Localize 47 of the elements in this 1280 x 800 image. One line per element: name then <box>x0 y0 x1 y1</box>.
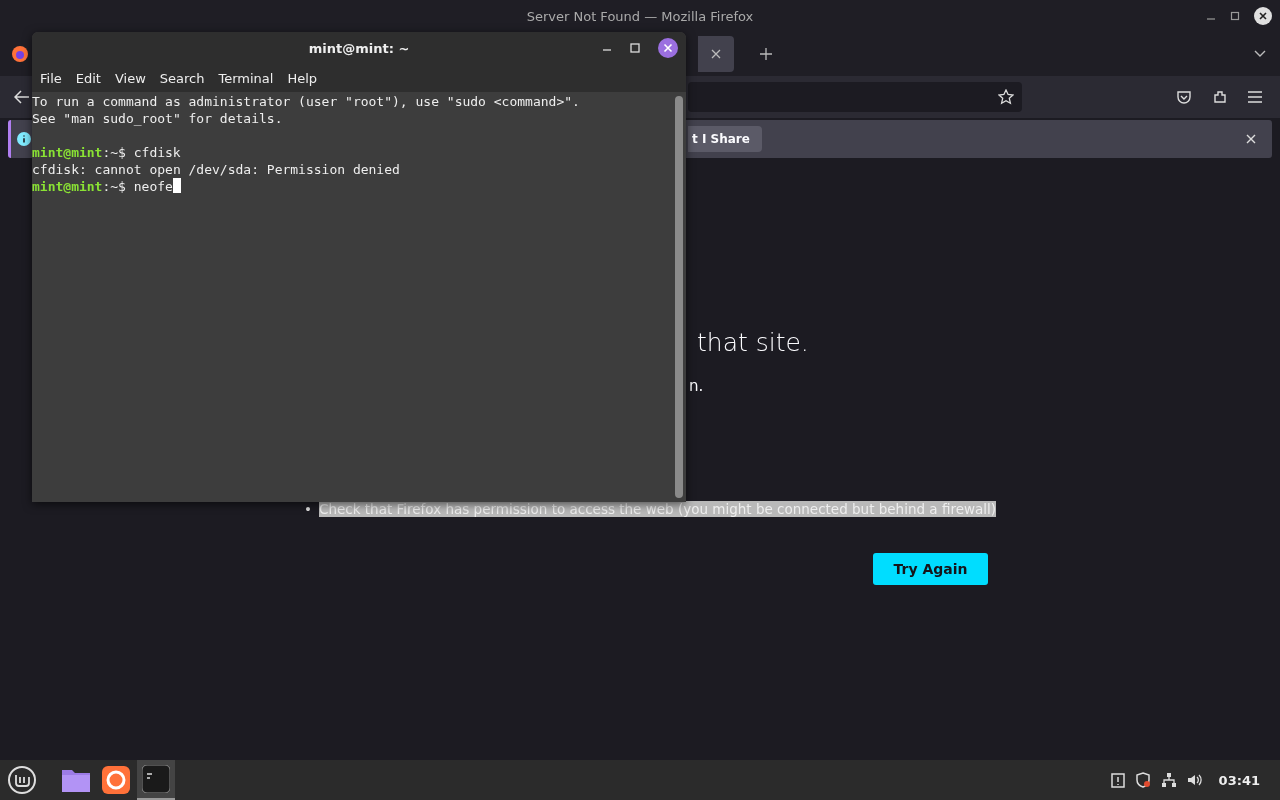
menu-item[interactable]: Edit <box>69 70 107 86</box>
close-icon[interactable] <box>658 38 678 58</box>
volume-icon[interactable] <box>1186 772 1203 788</box>
star-icon[interactable] <box>998 89 1014 105</box>
prompt-path: :~$ <box>102 145 126 160</box>
prompt-path: :~$ <box>102 179 126 194</box>
back-icon[interactable] <box>14 90 30 104</box>
taskbar-app[interactable] <box>137 760 175 800</box>
terminal-output: See "man sudo_root" for details. <box>32 110 284 127</box>
clipboard-icon[interactable] <box>1110 772 1125 788</box>
window-title: Server Not Found — Mozilla Firefox <box>526 8 754 24</box>
menu-icon[interactable] <box>1248 91 1262 103</box>
close-icon[interactable] <box>1246 134 1256 144</box>
menu-logo-icon[interactable] <box>7 765 37 795</box>
pocket-icon[interactable] <box>1176 89 1192 105</box>
firefox-icon <box>102 766 130 794</box>
scrollbar-thumb[interactable] <box>675 96 683 498</box>
extensions-icon[interactable] <box>1212 89 1228 105</box>
prompt-user: mint@mint <box>32 179 103 194</box>
prompt-user: mint@mint <box>32 145 103 160</box>
shield-icon[interactable] <box>1134 772 1151 788</box>
close-icon[interactable] <box>1254 7 1272 25</box>
menu-item[interactable]: Search <box>153 70 211 86</box>
window-title: mint@mint: ~ <box>308 40 410 56</box>
maximize-icon[interactable] <box>1230 11 1240 21</box>
menu-item[interactable]: View <box>108 70 152 86</box>
error-text: n. <box>689 377 705 395</box>
firefox-icon[interactable] <box>12 46 28 62</box>
menu-item[interactable]: File <box>34 70 68 86</box>
bullet-mark: • <box>304 501 312 517</box>
terminal-output: cfdisk: cannot open /dev/sda: Permission denied <box>32 161 401 178</box>
network-icon[interactable] <box>1160 772 1177 788</box>
terminal-command: cfdisk <box>133 145 181 160</box>
new-tab-icon[interactable] <box>760 48 772 60</box>
error-heading: that site. <box>697 328 810 357</box>
close-tab-icon[interactable] <box>711 49 721 59</box>
folder-icon <box>61 767 91 793</box>
terminal-output: To run a command as administrator (user "root"), use "sudo <command>". <box>32 93 581 110</box>
info-icon <box>17 132 31 146</box>
share-button[interactable]: t I Share <box>688 126 762 152</box>
menu-item[interactable]: Help <box>281 70 324 86</box>
chevron-icon[interactable] <box>1254 50 1266 58</box>
terminal-command: neofe <box>133 179 173 194</box>
clock[interactable]: 03:41 <box>1218 772 1260 788</box>
try-again-button[interactable]: Try Again <box>873 553 988 585</box>
menu-item[interactable]: Terminal <box>212 70 280 86</box>
terminal-icon <box>142 765 170 793</box>
